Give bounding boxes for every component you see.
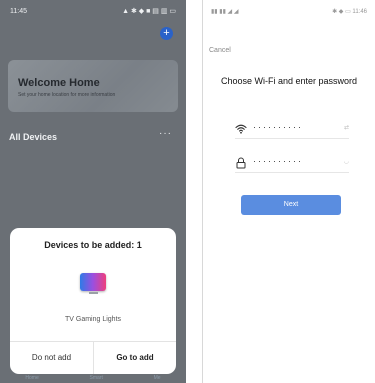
show-password-icon[interactable]: ◡ bbox=[344, 158, 349, 165]
sheet-title: Devices to be added: 1 bbox=[44, 240, 142, 250]
all-devices-title: All Devices bbox=[9, 132, 58, 142]
welcome-subtitle: Set your home location for more informat… bbox=[18, 92, 116, 98]
status-bar: 11:45 ▲ ✱ ◆ ■ ▤ ▥ ▭ bbox=[0, 0, 186, 22]
tv-lights-device-icon bbox=[80, 273, 106, 291]
device-name: TV Gaming Lights bbox=[64, 316, 122, 323]
welcome-title: Welcome Home bbox=[18, 77, 100, 89]
tab-smart[interactable]: Smart bbox=[90, 375, 103, 383]
cancel-button[interactable]: Cancel bbox=[209, 47, 231, 54]
signal-icons: ▮▮ ▮▮ ◢ ◢ bbox=[211, 8, 239, 15]
wifi-icon bbox=[235, 124, 247, 134]
status-icons: ▲ ✱ ◆ ■ ▤ ▥ ▭ bbox=[122, 8, 176, 15]
bottom-tab-bar: Home Smart Me bbox=[0, 375, 186, 383]
tab-home[interactable]: Home bbox=[25, 375, 38, 383]
status-bar: ▮▮ ▮▮ ◢ ◢ ✱ ◆ ▭ 11:46 bbox=[203, 0, 375, 22]
welcome-card[interactable]: Welcome Home Set your home location for … bbox=[8, 60, 178, 112]
wifi-name-field[interactable]: ·········· ⇄ bbox=[235, 122, 349, 139]
page-title: Choose Wi-Fi and enter password bbox=[220, 76, 358, 86]
wifi-name-value: ·········· bbox=[253, 122, 303, 132]
switch-network-icon[interactable]: ⇄ bbox=[344, 124, 349, 131]
home-screen: 11:45 ▲ ✱ ◆ ■ ▤ ▥ ▭ + Welcome Home Set y… bbox=[0, 0, 186, 383]
status-time: 11:45 bbox=[10, 7, 27, 15]
password-value: ·········· bbox=[253, 156, 303, 166]
lock-icon bbox=[236, 157, 246, 169]
tab-me[interactable]: Me bbox=[154, 375, 161, 383]
password-field[interactable]: ·········· ◡ bbox=[235, 156, 349, 173]
more-options-icon[interactable]: ··· bbox=[159, 128, 172, 139]
devices-to-add-sheet: Devices to be added: 1 TV Gaming Lights … bbox=[10, 228, 176, 374]
add-device-button[interactable]: + bbox=[160, 27, 173, 40]
wifi-setup-screen: ▮▮ ▮▮ ◢ ◢ ✱ ◆ ▭ 11:46 Cancel Choose Wi-F… bbox=[202, 0, 375, 383]
do-not-add-button[interactable]: Do not add bbox=[10, 341, 93, 374]
status-right: ✱ ◆ ▭ 11:46 bbox=[332, 8, 367, 15]
device-icon-stand bbox=[89, 292, 98, 294]
go-to-add-button[interactable]: Go to add bbox=[94, 341, 176, 374]
next-button[interactable]: Next bbox=[241, 195, 341, 215]
